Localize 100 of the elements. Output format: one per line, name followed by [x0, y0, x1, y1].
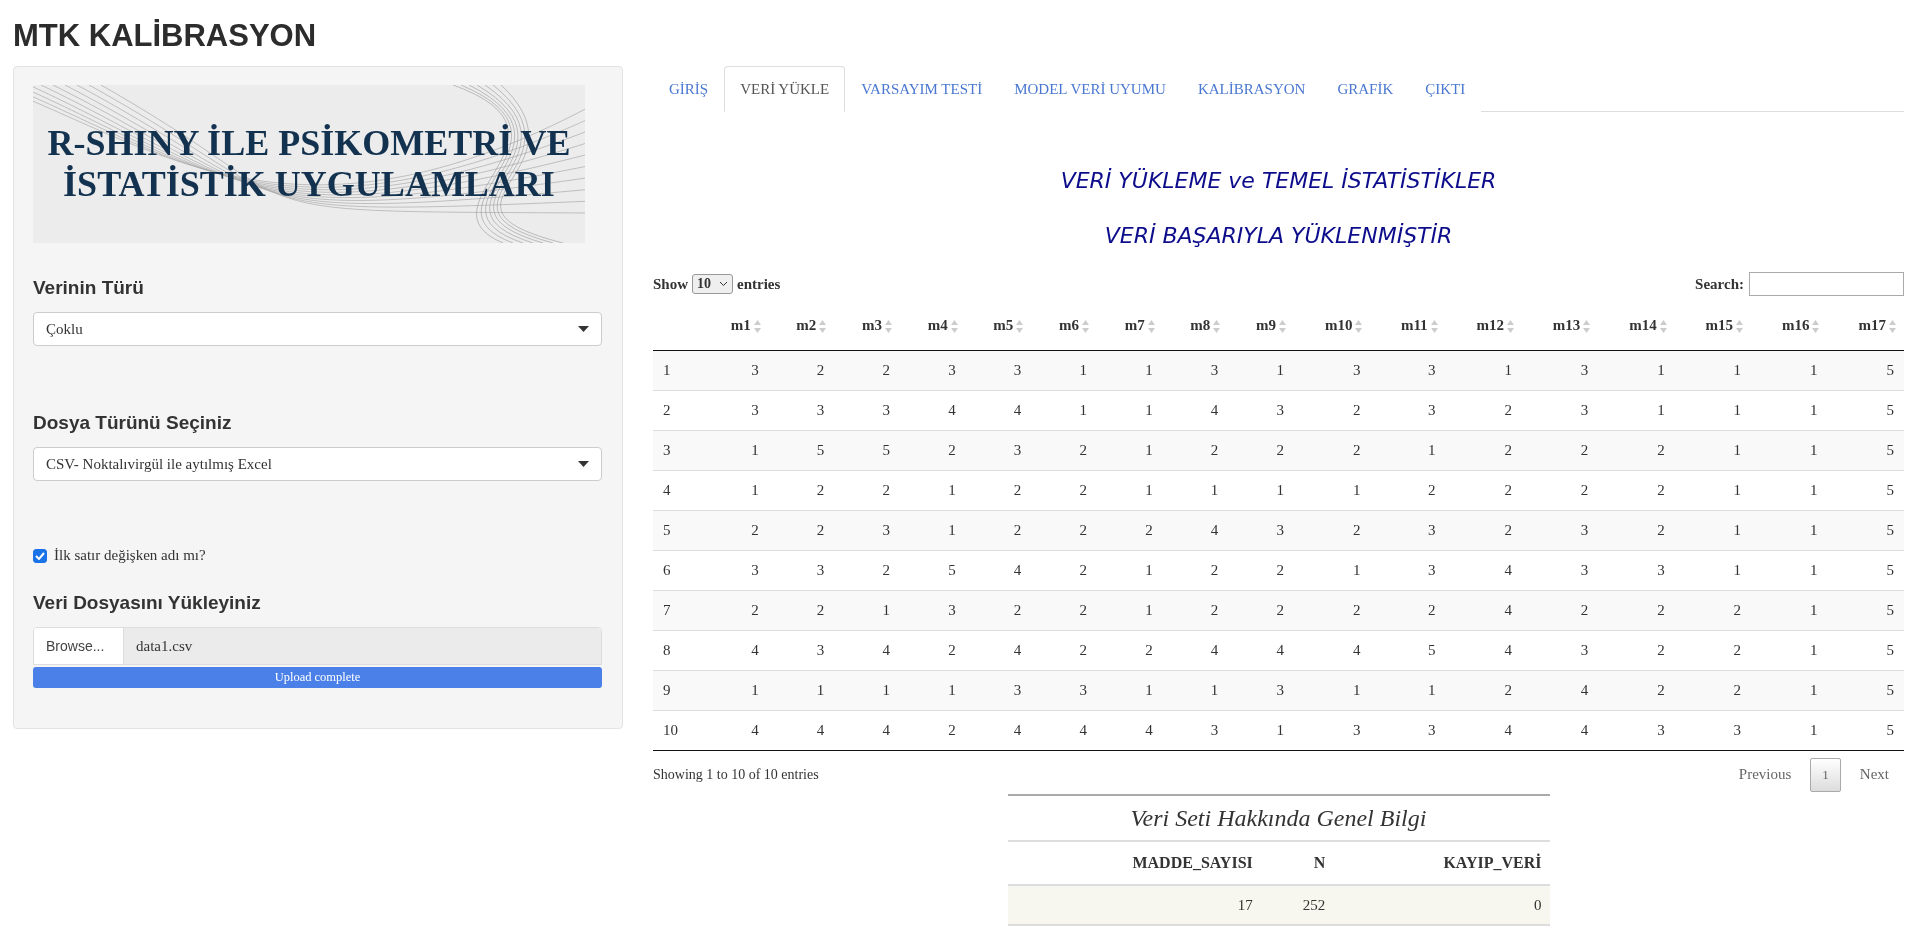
table-cell: 1 [1751, 590, 1828, 630]
column-header[interactable]: m1 [702, 302, 769, 350]
column-header[interactable]: m3 [834, 302, 900, 350]
browse-button[interactable]: Browse... [34, 628, 124, 664]
sort-icon [1583, 320, 1591, 334]
column-header[interactable]: m14 [1598, 302, 1675, 350]
table-cell: 1 [1751, 510, 1828, 550]
page-button[interactable]: 1 [1810, 757, 1841, 792]
table-cell: 5 [1827, 350, 1904, 390]
table-cell: 4 [1445, 550, 1522, 590]
table-cell: 3 [1031, 670, 1097, 710]
column-header[interactable]: m11 [1370, 302, 1446, 350]
pagination-link[interactable]: Next [1844, 757, 1904, 792]
table-cell: 1 [1097, 390, 1163, 430]
table-cell: 5 [1370, 630, 1446, 670]
column-header[interactable]: m6 [1031, 302, 1097, 350]
table-cell: 2 [1598, 510, 1675, 550]
table-cell: 2 [1031, 470, 1097, 510]
column-header[interactable]: m2 [768, 302, 835, 350]
table-cell: 3 [702, 390, 769, 430]
section-heading: VERİ YÜKLEME ve TEMEL İSTATİSTİKLER [1059, 168, 1498, 193]
table-cell: 3 [768, 390, 835, 430]
table-cell: 2 [1294, 390, 1371, 430]
sort-icon [1659, 320, 1667, 334]
sort-icon [1812, 320, 1820, 334]
table-cell: 1 [1674, 470, 1752, 510]
table-cell: 2 [1674, 670, 1752, 710]
table-cell: 1 [1674, 510, 1752, 550]
column-header[interactable]: m16 [1751, 302, 1828, 350]
checkbox[interactable] [33, 548, 47, 563]
table-cell: 2 [1598, 630, 1675, 670]
column-header[interactable]: m13 [1521, 302, 1599, 350]
table-cell: 3 [1674, 710, 1752, 750]
table-cell: 1 [1674, 390, 1752, 430]
table-cell: 3 [1370, 550, 1446, 590]
table-cell: 2 [768, 470, 835, 510]
table-cell: 2 [1162, 430, 1229, 470]
table-cell: 5 [768, 430, 835, 470]
column-header[interactable]: m8 [1162, 302, 1229, 350]
column-header[interactable]: m7 [1097, 302, 1163, 350]
table-cell: 4 [1445, 630, 1522, 670]
table-cell: 1 [1598, 390, 1675, 430]
table-cell: 2 [1445, 510, 1522, 550]
column-header[interactable]: m12 [1445, 302, 1522, 350]
table-cell: 2 [1521, 590, 1599, 630]
table-cell: 3 [900, 590, 966, 630]
table-cell: 5 [1827, 470, 1904, 510]
table-cell: 1 [1370, 430, 1446, 470]
sort-icon [1082, 320, 1089, 334]
sort-icon [1736, 320, 1744, 334]
file-field[interactable]: Browse... data1.csv [33, 627, 602, 665]
table-cell: 1 [1294, 470, 1371, 510]
column-header[interactable]: m10 [1294, 302, 1371, 350]
table-cell: 4 [1521, 710, 1599, 750]
table-cell: 3 [1162, 710, 1229, 750]
table-cell: 5 [900, 550, 966, 590]
table-cell: 2 [1031, 510, 1097, 550]
sort-icon [753, 320, 761, 334]
row-number: 9 [653, 670, 703, 710]
table-cell: 2 [1674, 630, 1752, 670]
caret-icon [578, 326, 589, 332]
table-cell: 4 [1162, 630, 1229, 670]
column-header[interactable]: m17 [1827, 302, 1904, 350]
table-cell: 2 [1598, 430, 1675, 470]
table-cell: 1 [1097, 470, 1163, 510]
column-header[interactable]: m15 [1674, 302, 1752, 350]
entries-dropdown[interactable]: 10 [692, 274, 734, 294]
pagination-link[interactable]: Previous [1723, 757, 1807, 792]
caret-icon [578, 461, 589, 467]
table-cell: 3 [768, 630, 835, 670]
dropdown[interactable]: CSV- Noktalıvirgül ile aytılmış Excel [33, 447, 602, 481]
table-cell: 2 [900, 430, 966, 470]
search-field[interactable] [1749, 272, 1904, 296]
table-cell: 2 [1031, 630, 1097, 670]
table-cell: 3 [1521, 550, 1599, 590]
tab[interactable]: VERİ YÜKLE [724, 66, 846, 112]
row-number: 2 [653, 390, 703, 430]
table-cell: 2 [1294, 590, 1371, 630]
table-cell: 2 [1674, 590, 1752, 630]
table-cell: 1 [1228, 710, 1294, 750]
table-cell: 4 [834, 630, 900, 670]
dropdown[interactable]: Çoklu [33, 312, 602, 346]
table-cell: 2 [900, 710, 966, 750]
column-header[interactable]: m4 [900, 302, 966, 350]
column-header[interactable]: m9 [1228, 302, 1294, 350]
checkbox-label: İlk satır değişken adı mı? [54, 547, 206, 564]
row-number: 4 [653, 470, 703, 510]
table-cell: 2 [1228, 430, 1294, 470]
table-cell: 4 [1031, 710, 1097, 750]
table-cell: 4 [965, 630, 1032, 670]
table-cell: 1 [1751, 390, 1828, 430]
table-cell: 3 [1228, 670, 1294, 710]
table-cell: 1 [702, 470, 769, 510]
table-cell: 2 [834, 550, 900, 590]
table-cell: 3 [1228, 390, 1294, 430]
table-cell: 4 [1228, 630, 1294, 670]
column-header[interactable]: m5 [965, 302, 1032, 350]
table-cell: 4 [702, 710, 769, 750]
table-cell: 1 [702, 430, 769, 470]
table-cell: 4 [965, 550, 1032, 590]
